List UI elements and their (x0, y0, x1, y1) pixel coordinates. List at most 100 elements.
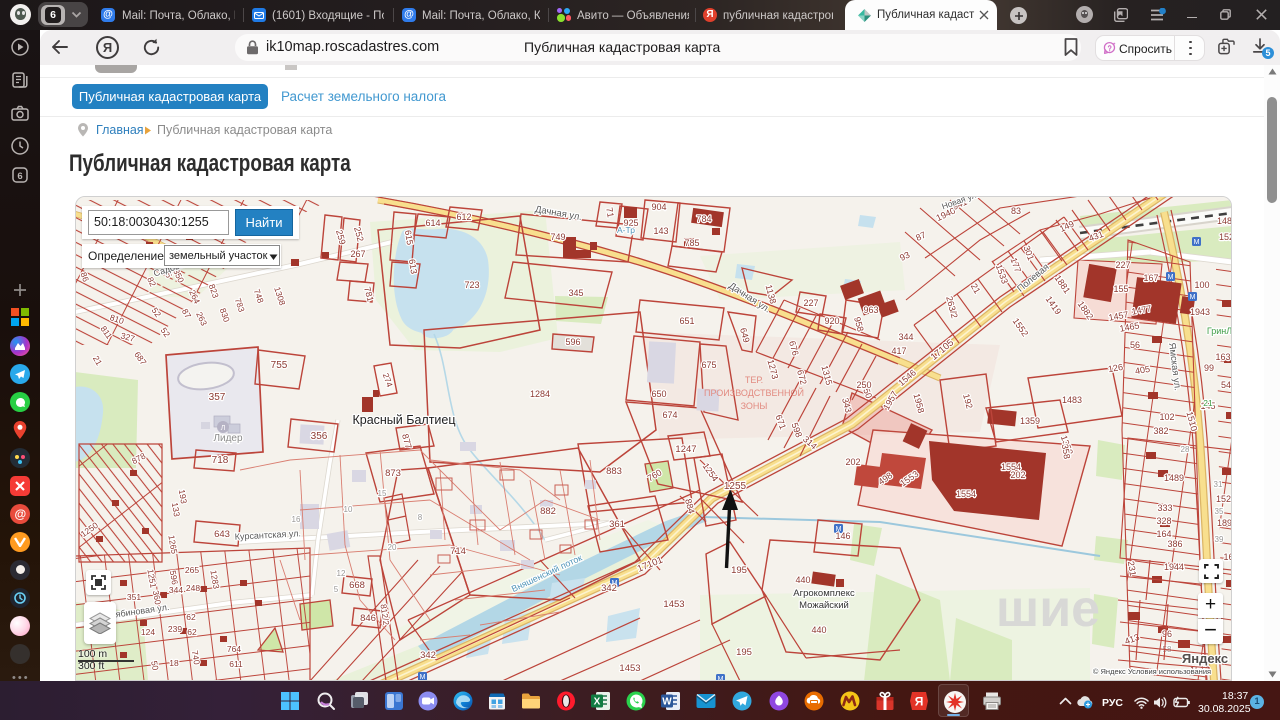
svg-text:155: 155 (1113, 284, 1128, 294)
svg-text:650: 650 (651, 389, 666, 399)
svg-text:28: 28 (1181, 445, 1190, 454)
svg-text:5: 5 (334, 585, 339, 594)
svg-text:20: 20 (388, 543, 397, 552)
svg-text:62: 62 (187, 627, 197, 637)
svg-text:164: 164 (1156, 529, 1171, 539)
svg-text:8: 8 (418, 513, 423, 522)
svg-text:440: 440 (795, 575, 810, 585)
svg-text:X: X (594, 697, 601, 708)
svg-text:1359: 1359 (1020, 416, 1040, 426)
svg-text:265: 265 (185, 565, 199, 575)
svg-text:784: 784 (696, 214, 711, 224)
svg-text:1523: 1523 (1219, 232, 1232, 242)
svg-text:1483: 1483 (1062, 395, 1082, 405)
svg-text:160: 160 (1223, 552, 1232, 562)
svg-text:31: 31 (1214, 480, 1223, 489)
svg-text:611: 611 (229, 659, 243, 669)
svg-text:344: 344 (898, 332, 913, 342)
svg-text:1489: 1489 (1217, 216, 1232, 226)
svg-text:12: 12 (337, 569, 346, 578)
svg-text:83: 83 (1011, 206, 1021, 216)
svg-text:351: 351 (127, 592, 141, 602)
svg-text:54: 54 (1221, 380, 1231, 390)
svg-text:643: 643 (214, 529, 230, 540)
svg-text:386: 386 (1167, 539, 1182, 549)
svg-text:15: 15 (378, 489, 387, 498)
svg-text:1247: 1247 (675, 444, 696, 455)
svg-text:342: 342 (420, 650, 436, 661)
svg-text:614: 614 (425, 218, 440, 228)
svg-text:674: 674 (662, 410, 677, 420)
svg-text:ПРОИЗВОДСТВЕННОЙ: ПРОИЗВОДСТВЕННОЙ (704, 387, 804, 398)
svg-text:328: 328 (1156, 516, 1171, 526)
svg-text:651: 651 (679, 316, 694, 326)
svg-text:1554: 1554 (956, 489, 976, 499)
svg-text:99: 99 (1204, 363, 1214, 373)
svg-text:675: 675 (701, 360, 716, 370)
svg-text:1255: 1255 (724, 481, 747, 492)
svg-text:39: 39 (1215, 535, 1224, 544)
svg-text:163: 163 (1215, 352, 1230, 362)
svg-text:шие: шие (996, 580, 1100, 638)
svg-text:882: 882 (540, 506, 556, 517)
svg-text:239: 239 (168, 624, 182, 634)
svg-text:1284: 1284 (530, 389, 550, 399)
svg-text:357: 357 (209, 392, 226, 403)
svg-text:62: 62 (186, 612, 196, 622)
svg-text:21: 21 (1203, 398, 1213, 408)
svg-text:440: 440 (811, 625, 826, 635)
svg-text:Я: Я (915, 695, 924, 709)
svg-text:16: 16 (292, 515, 301, 524)
svg-text:Красный Балтиец: Красный Балтиец (352, 413, 455, 427)
svg-text:35: 35 (1215, 507, 1224, 516)
svg-text:10: 10 (344, 505, 353, 514)
svg-text:ГринЛа: ГринЛа (1207, 326, 1232, 336)
svg-text:345: 345 (568, 288, 583, 298)
svg-text:50: 50 (149, 660, 161, 671)
svg-text:143: 143 (653, 226, 668, 236)
svg-text:612: 612 (456, 212, 471, 222)
svg-text:749: 749 (550, 232, 565, 242)
svg-text:1554: 1554 (1001, 462, 1021, 472)
svg-text:M: M (420, 674, 426, 681)
svg-text:© Яндекс Условия использовани: © Яндекс Условия использования (1093, 667, 1211, 676)
svg-text:ЗОНЫ: ЗОНЫ (741, 401, 768, 411)
svg-text:333: 333 (1157, 503, 1172, 513)
svg-text:342: 342 (601, 583, 617, 594)
svg-text:M: M (1168, 274, 1174, 281)
svg-text:920: 920 (824, 316, 839, 326)
svg-text:846: 846 (360, 613, 376, 624)
svg-text:1523: 1523 (1216, 494, 1232, 504)
svg-text:96: 96 (1162, 629, 1172, 639)
svg-text:904: 904 (651, 202, 666, 212)
svg-text:Агрокомплекс: Агрокомплекс (793, 588, 855, 599)
svg-text:250: 250 (856, 380, 871, 390)
svg-text:267: 267 (350, 249, 365, 259)
svg-text:1944: 1944 (1164, 562, 1184, 572)
svg-text:56: 56 (1130, 340, 1140, 350)
svg-text:167: 167 (1143, 273, 1158, 283)
svg-text:Л: Л (221, 425, 226, 432)
svg-text:356: 356 (311, 431, 328, 442)
svg-text:873: 873 (385, 468, 401, 479)
svg-text:100: 100 (1194, 280, 1209, 290)
svg-text:M: M (1194, 239, 1200, 246)
svg-text:227: 227 (1115, 260, 1130, 270)
svg-text:382: 382 (1153, 426, 1168, 436)
svg-text:248: 248 (186, 583, 200, 593)
svg-text:71: 71 (604, 207, 616, 219)
svg-text:146: 146 (835, 531, 850, 541)
svg-text:723: 723 (464, 280, 479, 290)
svg-text:755: 755 (271, 360, 288, 371)
svg-text:1898: 1898 (1217, 518, 1232, 528)
svg-text:718: 718 (212, 455, 229, 466)
svg-text:668: 668 (349, 580, 365, 591)
svg-text:Лидер: Лидер (213, 433, 243, 444)
svg-text:102: 102 (1159, 412, 1174, 422)
svg-text:195: 195 (731, 565, 747, 576)
svg-text:1489: 1489 (1164, 473, 1184, 483)
svg-text:M: M (1190, 294, 1196, 301)
svg-text:714: 714 (450, 546, 466, 557)
svg-text:596: 596 (565, 337, 580, 347)
svg-text:361: 361 (609, 519, 625, 530)
